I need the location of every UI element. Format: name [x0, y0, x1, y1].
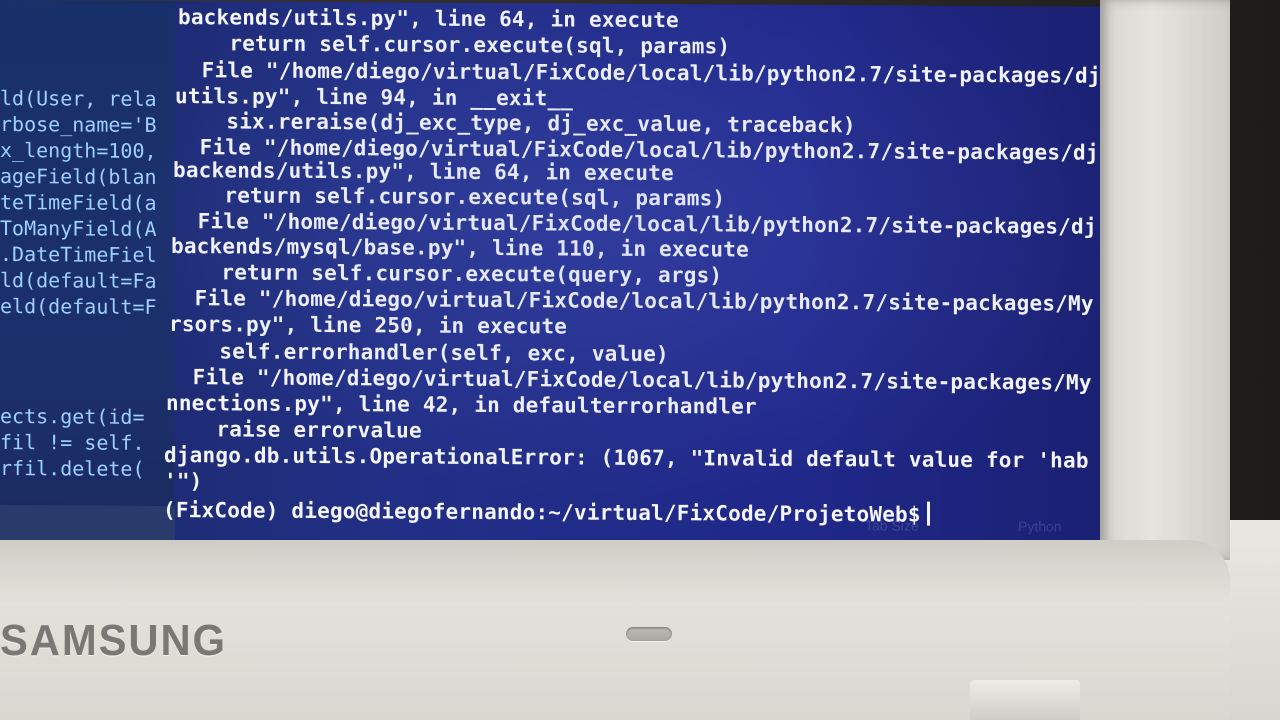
editor-line: eld(default=F [0, 294, 157, 319]
terminal-line: File "/home/diego/virtual/FixCode/local/… [169, 286, 1094, 316]
power-indicator [626, 627, 672, 641]
photo: ld(User, rela rbose_name='B x_length=100… [0, 0, 1280, 720]
terminal-line: nnections.py", line 42, in defaulterrorh… [166, 391, 757, 419]
terminal-window[interactable]: backends/utils.py", line 64, in execute … [160, 1, 1120, 552]
terminal-line: return self.cursor.execute(query, args) [170, 260, 723, 288]
editor-line: ToManyField(A [0, 216, 157, 241]
editor-line: ects.get(id= [0, 404, 145, 429]
editor-status-language: Python [1018, 518, 1062, 535]
editor-line: ld(default=Fa [0, 268, 157, 293]
editor-line: x_length=100, [0, 138, 157, 163]
editor-line: rfil.delete( [0, 456, 145, 481]
editor-line: .DateTimeFiel [0, 242, 157, 267]
terminal-line: backends/mysql/base.py", line 110, in ex… [171, 234, 749, 262]
terminal-line: self.errorhandler(self, exc, value) [168, 339, 669, 367]
terminal-line: File "/home/diego/virtual/FixCode/local/… [176, 58, 1101, 88]
terminal-line: six.reraise(dj_exc_type, dj_exc_value, t… [175, 109, 856, 138]
brand-logo: SAMSUNG [0, 616, 227, 665]
editor-line: ageField(blan [0, 164, 157, 189]
editor-line: rbose_name='B [0, 112, 157, 137]
terminal-line: File "/home/diego/virtual/FixCode/local/… [167, 365, 1092, 395]
code-editor-window[interactable]: ld(User, rela rbose_name='B x_length=100… [0, 0, 175, 547]
editor-status-tab-size: Tab Size [865, 517, 919, 534]
editor-line: fil != self. [0, 430, 145, 455]
monitor-stand [970, 680, 1080, 720]
monitor-screen: ld(User, rela rbose_name='B x_length=100… [0, 0, 1132, 552]
editor-line: ld(User, rela [0, 86, 157, 111]
terminal-line: '") [164, 469, 203, 494]
terminal-line: return self.cursor.execute(sql, params) [178, 31, 731, 59]
prompt-text: (FixCode) diego@diegofernando:~/virtual/… [163, 497, 921, 527]
monitor-bezel-right [1100, 0, 1230, 560]
terminal-line: backends/utils.py", line 64, in execute [178, 5, 679, 33]
terminal-line: raise errorvalue [165, 417, 422, 443]
editor-line: teTimeField(a [0, 190, 157, 215]
error-message: django.db.utils.OperationalError: (1067,… [164, 443, 1089, 473]
shell-prompt[interactable]: (FixCode) diego@diegofernando:~/virtual/… [163, 497, 930, 527]
terminal-line: rsors.py", line 250, in execute [169, 312, 568, 339]
terminal-line: utils.py", line 94, in __exit__ [175, 84, 574, 111]
text-cursor [926, 501, 930, 526]
terminal-line: return self.cursor.execute(sql, params) [173, 183, 726, 211]
terminal-line: backends/utils.py", line 64, in execute [173, 158, 674, 186]
